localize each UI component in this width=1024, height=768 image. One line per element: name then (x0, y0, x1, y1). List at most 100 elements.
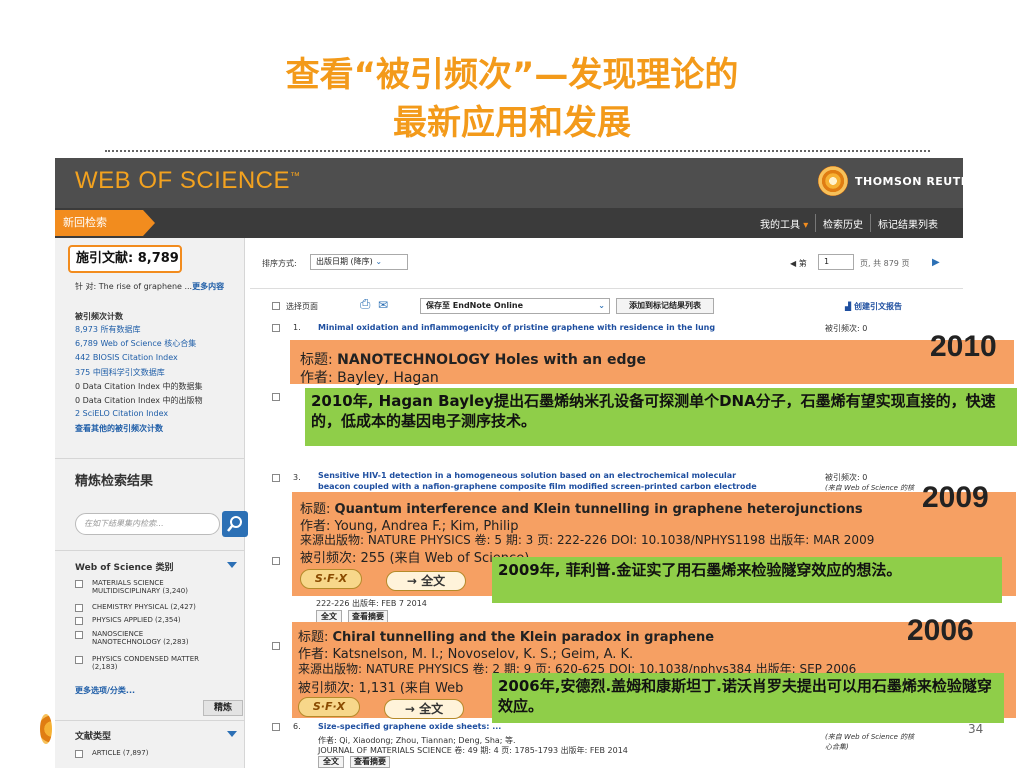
count-cscd[interactable]: 375 中国科学引文数据库 (75, 367, 165, 378)
decorative-globe-icon (40, 714, 52, 744)
year-2006: 2006 (907, 614, 974, 647)
slide-title-line2: 最新应用和发展 (393, 103, 631, 143)
collapse-triangle-icon[interactable] (227, 562, 237, 568)
category-checkbox[interactable] (75, 656, 83, 664)
title-divider (105, 150, 930, 152)
doc-type-heading: 文献类型 (75, 732, 112, 742)
next-page-icon[interactable]: ▶ (932, 257, 940, 268)
prev-page-icon[interactable]: ◀ (790, 259, 796, 268)
sidebar-divider (55, 458, 245, 459)
tab-new-search[interactable]: 新回检索 (55, 210, 155, 236)
arrow-right-icon: → (404, 702, 420, 716)
sort-label: 排序方式: (262, 259, 297, 268)
result-times-cited: 被引频次: 0 (825, 324, 868, 333)
result-checkbox[interactable] (272, 393, 280, 401)
category-checkbox[interactable] (75, 617, 83, 625)
year-2009: 2009 (922, 481, 989, 514)
create-citation-report[interactable]: ▟ 创建引文报告 (845, 301, 902, 312)
refine-results-heading: 精炼检索结果 (75, 474, 154, 489)
category-item: PHYSICS CONDENSED MATTER (2,183) (92, 655, 199, 671)
result-checkbox[interactable] (272, 324, 280, 332)
chevron-down-icon: ▾ (803, 220, 809, 231)
page-nav: ◀ 第 (790, 259, 807, 268)
arrow-right-icon: → (406, 574, 422, 588)
toolbar-divider (250, 288, 963, 289)
count-all-databases[interactable]: 8,973 所有数据库 (75, 324, 140, 335)
count-biosis[interactable]: 442 BIOSIS Citation Index (75, 353, 178, 362)
collapse-triangle-icon[interactable] (227, 731, 237, 737)
result-title-link-cont[interactable]: beacon coupled with a nafion-graphene co… (318, 482, 757, 491)
my-tools-menu[interactable]: 我的工具 ▾ (760, 216, 808, 231)
doc-type-checkbox[interactable] (75, 750, 83, 758)
thomson-reuters-globe-icon (818, 166, 848, 196)
page-number-input[interactable]: 1 (818, 254, 854, 270)
overlay-2006-cites: 被引频次: 1,131 (来自 Web (298, 681, 464, 696)
overlay-2009-note: 2009年, 菲利普.金证实了用石墨烯来检验隧穿效应的想法。 (492, 557, 1002, 603)
refine-search-button[interactable] (222, 511, 248, 537)
wos-logo[interactable]: WEB OF SCIENCE™ (75, 167, 301, 195)
add-to-marked-button[interactable]: 添加到标记结果列表 (616, 298, 714, 314)
refine-button[interactable]: 精炼 (203, 700, 243, 716)
marked-list-link[interactable]: 标记结果列表 (878, 216, 938, 231)
category-item: NANOSCIENCE NANOTECHNOLOGY (2,283) (92, 630, 189, 646)
select-page-label: 选择页面 (286, 302, 318, 311)
overlay-2010-author: 作者: Bayley, Hagan (300, 370, 439, 386)
page-total: 页, 共 879 页 (860, 259, 910, 268)
result-meta: 222-226 出版年: FEB 7 2014 (316, 599, 427, 608)
result-number: 3. (293, 473, 301, 482)
nav-separator (815, 214, 816, 232)
citing-articles-count: 施引文献: 8,789 (68, 245, 182, 273)
wos-category-heading: Web of Science 类别 (75, 563, 174, 573)
thomson-reuters-brand: THOMSON REUTERS™ (855, 175, 993, 188)
fulltext-button[interactable]: → 全文 (384, 699, 464, 719)
category-checkbox[interactable] (75, 604, 83, 612)
sidebar-divider (55, 720, 245, 721)
result-checkbox[interactable] (272, 557, 280, 565)
save-to-select[interactable]: 保存至 EndNote Online ⌄ (420, 298, 610, 314)
view-more-counts-link[interactable]: 查看其他的被引频次计数 (75, 423, 163, 434)
times-cited-heading: 被引频次计数 (75, 312, 123, 321)
count-wos-core[interactable]: 6,789 Web of Science 核心合集 (75, 338, 196, 349)
more-link[interactable]: 更多内容 (192, 282, 224, 291)
refine-search-input[interactable]: 在如下结果集内检索... (75, 513, 220, 535)
fulltext-button[interactable]: → 全文 (386, 571, 466, 591)
search-icon (227, 516, 242, 532)
result-checkbox[interactable] (272, 723, 280, 731)
overlay-2006-note: 2006年,安德烈.盖姆和康斯坦丁.诺沃肖罗夫提出可以用石墨烯来检验隧穿效应。 (492, 673, 1004, 723)
overlay-2010-title: 标题: NANOTECHNOLOGY Holes with an edge (300, 352, 647, 368)
result-checkbox[interactable] (272, 474, 280, 482)
sort-select[interactable]: 出版日期 (降序) ⌄ (310, 254, 408, 270)
result-number: 1. (293, 323, 301, 332)
result-title-link[interactable]: Minimal oxidation and inflammogenicity o… (318, 323, 715, 332)
sfx-button[interactable]: S·F·X (298, 697, 360, 717)
print-icon[interactable]: ⎙ (360, 297, 370, 312)
search-history-link[interactable]: 检索历史 (823, 216, 863, 231)
sfx-button[interactable]: S·F·X (300, 569, 362, 589)
result-journal: JOURNAL OF MATERIALS SCIENCE 卷: 49 期: 4 … (318, 746, 628, 755)
for-record: 针 对: The rise of graphene ...更多内容 (75, 282, 225, 291)
result-source-note: (来自 Web of Science 的核心合集) (825, 733, 915, 751)
overlay-2010-note: 2010年, Hagan Bayley提出石墨烯纳米孔设备可探测单个DNA分子，… (305, 388, 1017, 446)
year-2010: 2010 (930, 330, 997, 363)
count-dci-publications: 0 Data Citation Index 中的出版物 (75, 396, 203, 405)
category-checkbox[interactable] (75, 580, 83, 588)
nav-separator (870, 214, 871, 232)
email-icon[interactable]: ✉ (378, 298, 388, 312)
category-item: CHEMISTRY PHYSICAL (2,427) (92, 603, 196, 611)
result-number: 6. (293, 722, 301, 731)
bar-chart-icon: ▟ (845, 302, 852, 311)
slide-title-line1: 查看“被引频次”—发现理论的 (285, 55, 739, 95)
fulltext-small-button[interactable]: 全文 (318, 756, 344, 768)
count-scielo[interactable]: 2 SciELO Citation Index (75, 409, 168, 418)
result-times-cited: 被引频次: 0 (825, 473, 868, 482)
result-title-link[interactable]: Sensitive HIV-1 detection in a homogeneo… (318, 471, 736, 480)
category-checkbox[interactable] (75, 631, 83, 639)
overlay-2009-source: 来源出版物: NATURE PHYSICS 卷: 5 期: 3 页: 222-2… (300, 533, 875, 547)
result-title-link[interactable]: Size-specified graphene oxide sheets: ..… (318, 722, 501, 731)
category-item: PHYSICS APPLIED (2,354) (92, 616, 181, 624)
result-checkbox[interactable] (272, 642, 280, 650)
more-options-link[interactable]: 更多选项/分类... (75, 685, 135, 696)
chevron-down-icon: ⌄ (375, 257, 383, 266)
view-abstract-button[interactable]: 查看摘要 (350, 756, 390, 768)
select-page-checkbox[interactable] (272, 302, 280, 310)
